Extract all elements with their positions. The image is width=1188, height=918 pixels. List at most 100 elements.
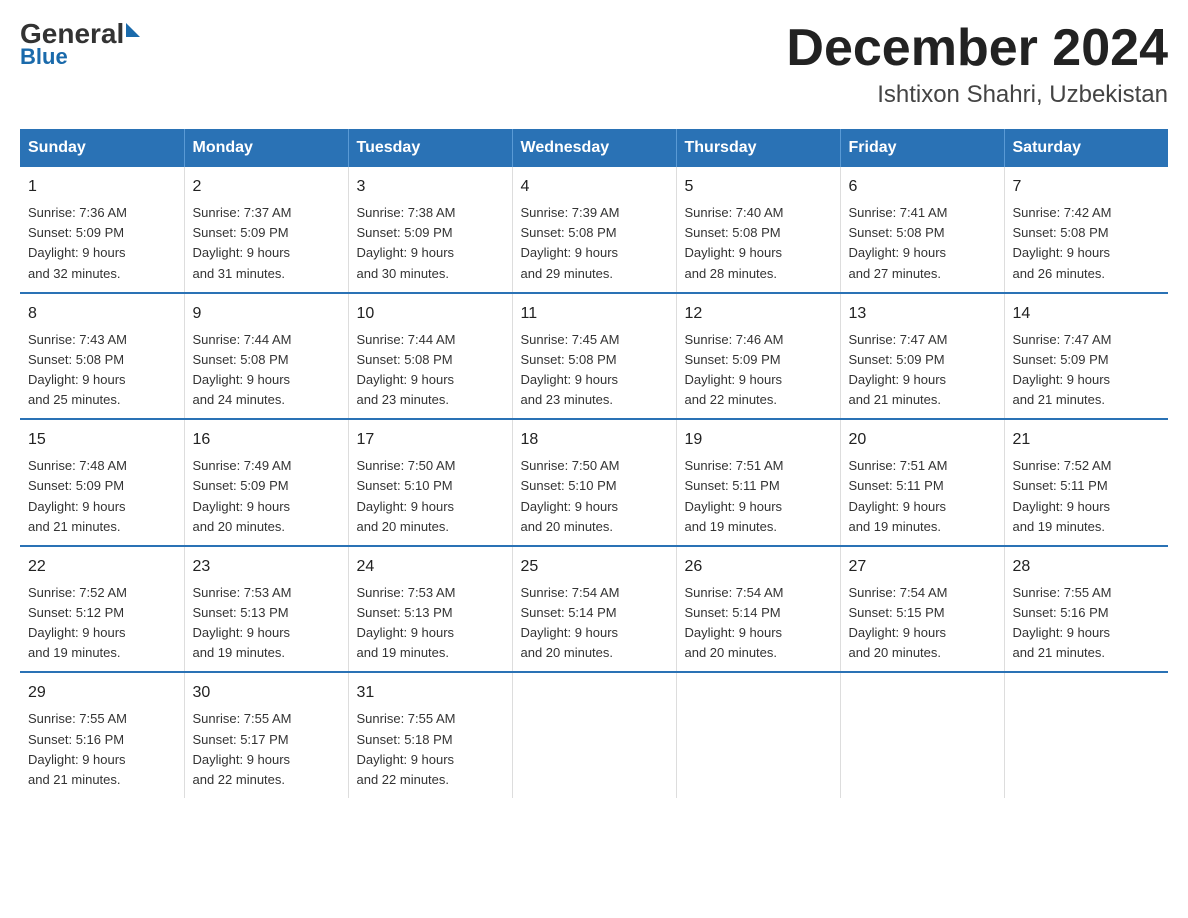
- calendar-cell: 13 Sunrise: 7:47 AM Sunset: 5:09 PM Dayli…: [840, 293, 1004, 420]
- day-number: 21: [1013, 428, 1161, 452]
- calendar-cell: 27Sunrise: 7:54 AM Sunset: 5:15 PM Dayli…: [840, 546, 1004, 673]
- day-info: Sunrise: 7:55 AM Sunset: 5:16 PM Dayligh…: [28, 709, 176, 790]
- day-info: Sunrise: 7:50 AM Sunset: 5:10 PM Dayligh…: [357, 456, 504, 537]
- day-number: 17: [357, 428, 504, 452]
- day-info: Sunrise: 7:48 AM Sunset: 5:09 PM Dayligh…: [28, 456, 176, 537]
- day-number: 30: [193, 681, 340, 705]
- calendar-cell: 16Sunrise: 7:49 AM Sunset: 5:09 PM Dayli…: [184, 419, 348, 546]
- day-number: 4: [521, 175, 668, 199]
- calendar-cell: 30Sunrise: 7:55 AM Sunset: 5:17 PM Dayli…: [184, 672, 348, 798]
- day-number: 26: [685, 555, 832, 579]
- calendar-week-row: 15Sunrise: 7:48 AM Sunset: 5:09 PM Dayli…: [20, 419, 1168, 546]
- day-info: Sunrise: 7:54 AM Sunset: 5:14 PM Dayligh…: [521, 583, 668, 664]
- calendar-cell: 26 Sunrise: 7:54 AM Sunset: 5:14 PM Dayli…: [676, 546, 840, 673]
- day-number: 12: [685, 302, 832, 326]
- day-info: Sunrise: 7:54 AM Sunset: 5:15 PM Dayligh…: [849, 583, 996, 664]
- page-header: General Blue December 2024 Ishtixon Shah…: [20, 20, 1168, 109]
- day-info: Sunrise: 7:55 AM Sunset: 5:16 PM Dayligh…: [1013, 583, 1161, 664]
- calendar-cell: 31 Sunrise: 7:55 AM Sunset: 5:18 PM Dayli…: [348, 672, 512, 798]
- calendar-cell: 23 Sunrise: 7:53 AM Sunset: 5:13 PM Dayli…: [184, 546, 348, 673]
- day-number: 18: [521, 428, 668, 452]
- calendar-cell: 18 Sunrise: 7:50 AM Sunset: 5:10 PM Dayli…: [512, 419, 676, 546]
- calendar-cell: [512, 672, 676, 798]
- calendar-cell: 7 Sunrise: 7:42 AM Sunset: 5:08 PM Daylig…: [1004, 167, 1168, 293]
- day-info: Sunrise: 7:44 AM Sunset: 5:08 PM Dayligh…: [357, 330, 504, 411]
- day-number: 29: [28, 681, 176, 705]
- calendar-cell: 1Sunrise: 7:36 AM Sunset: 5:09 PM Daylig…: [20, 167, 184, 293]
- day-info: Sunrise: 7:38 AM Sunset: 5:09 PM Dayligh…: [357, 203, 504, 284]
- calendar-cell: 6 Sunrise: 7:41 AM Sunset: 5:08 PM Daylig…: [840, 167, 1004, 293]
- day-info: Sunrise: 7:45 AM Sunset: 5:08 PM Dayligh…: [521, 330, 668, 411]
- calendar-week-row: 22 Sunrise: 7:52 AM Sunset: 5:12 PM Dayli…: [20, 546, 1168, 673]
- calendar-cell: 8 Sunrise: 7:43 AM Sunset: 5:08 PM Daylig…: [20, 293, 184, 420]
- day-info: Sunrise: 7:47 AM Sunset: 5:09 PM Dayligh…: [849, 330, 996, 411]
- weekday-header-wednesday: Wednesday: [512, 129, 676, 167]
- title-block: December 2024 Ishtixon Shahri, Uzbekista…: [786, 20, 1168, 109]
- calendar-week-row: 8 Sunrise: 7:43 AM Sunset: 5:08 PM Daylig…: [20, 293, 1168, 420]
- calendar-body: 1Sunrise: 7:36 AM Sunset: 5:09 PM Daylig…: [20, 167, 1168, 798]
- day-number: 25: [521, 555, 668, 579]
- day-number: 2: [193, 175, 340, 199]
- calendar-cell: 2 Sunrise: 7:37 AM Sunset: 5:09 PM Daylig…: [184, 167, 348, 293]
- calendar-cell: 21 Sunrise: 7:52 AM Sunset: 5:11 PM Dayli…: [1004, 419, 1168, 546]
- day-info: Sunrise: 7:53 AM Sunset: 5:13 PM Dayligh…: [193, 583, 340, 664]
- day-info: Sunrise: 7:47 AM Sunset: 5:09 PM Dayligh…: [1013, 330, 1161, 411]
- day-number: 23: [193, 555, 340, 579]
- day-number: 13: [849, 302, 996, 326]
- calendar-cell: 20Sunrise: 7:51 AM Sunset: 5:11 PM Dayli…: [840, 419, 1004, 546]
- calendar-cell: 24 Sunrise: 7:53 AM Sunset: 5:13 PM Dayli…: [348, 546, 512, 673]
- calendar-cell: [1004, 672, 1168, 798]
- day-info: Sunrise: 7:43 AM Sunset: 5:08 PM Dayligh…: [28, 330, 176, 411]
- day-info: Sunrise: 7:40 AM Sunset: 5:08 PM Dayligh…: [685, 203, 832, 284]
- calendar-cell: 9Sunrise: 7:44 AM Sunset: 5:08 PM Daylig…: [184, 293, 348, 420]
- day-info: Sunrise: 7:46 AM Sunset: 5:09 PM Dayligh…: [685, 330, 832, 411]
- day-number: 24: [357, 555, 504, 579]
- calendar-cell: 29 Sunrise: 7:55 AM Sunset: 5:16 PM Dayli…: [20, 672, 184, 798]
- logo-triangle-icon: [126, 23, 140, 37]
- day-info: Sunrise: 7:39 AM Sunset: 5:08 PM Dayligh…: [521, 203, 668, 284]
- day-info: Sunrise: 7:42 AM Sunset: 5:08 PM Dayligh…: [1013, 203, 1161, 284]
- day-number: 9: [193, 302, 340, 326]
- calendar-cell: 28 Sunrise: 7:55 AM Sunset: 5:16 PM Dayli…: [1004, 546, 1168, 673]
- day-number: 8: [28, 302, 176, 326]
- day-number: 31: [357, 681, 504, 705]
- weekday-header-tuesday: Tuesday: [348, 129, 512, 167]
- calendar-cell: 17 Sunrise: 7:50 AM Sunset: 5:10 PM Dayli…: [348, 419, 512, 546]
- day-number: 7: [1013, 175, 1161, 199]
- day-info: Sunrise: 7:50 AM Sunset: 5:10 PM Dayligh…: [521, 456, 668, 537]
- day-info: Sunrise: 7:52 AM Sunset: 5:12 PM Dayligh…: [28, 583, 176, 664]
- calendar-cell: 22 Sunrise: 7:52 AM Sunset: 5:12 PM Dayli…: [20, 546, 184, 673]
- day-info: Sunrise: 7:51 AM Sunset: 5:11 PM Dayligh…: [685, 456, 832, 537]
- weekday-header-monday: Monday: [184, 129, 348, 167]
- day-number: 11: [521, 302, 668, 326]
- calendar-cell: 3 Sunrise: 7:38 AM Sunset: 5:09 PM Daylig…: [348, 167, 512, 293]
- calendar-header: SundayMondayTuesdayWednesdayThursdayFrid…: [20, 129, 1168, 167]
- day-info: Sunrise: 7:41 AM Sunset: 5:08 PM Dayligh…: [849, 203, 996, 284]
- weekday-header-sunday: Sunday: [20, 129, 184, 167]
- day-number: 5: [685, 175, 832, 199]
- day-number: 3: [357, 175, 504, 199]
- calendar-subtitle: Ishtixon Shahri, Uzbekistan: [786, 81, 1168, 109]
- day-number: 6: [849, 175, 996, 199]
- day-number: 28: [1013, 555, 1161, 579]
- weekday-header-thursday: Thursday: [676, 129, 840, 167]
- logo: General Blue: [20, 20, 140, 70]
- day-info: Sunrise: 7:53 AM Sunset: 5:13 PM Dayligh…: [357, 583, 504, 664]
- calendar-cell: 4 Sunrise: 7:39 AM Sunset: 5:08 PM Daylig…: [512, 167, 676, 293]
- day-info: Sunrise: 7:55 AM Sunset: 5:18 PM Dayligh…: [357, 709, 504, 790]
- day-number: 16: [193, 428, 340, 452]
- day-info: Sunrise: 7:36 AM Sunset: 5:09 PM Dayligh…: [28, 203, 176, 284]
- calendar-cell: 10Sunrise: 7:44 AM Sunset: 5:08 PM Dayli…: [348, 293, 512, 420]
- calendar-cell: 25 Sunrise: 7:54 AM Sunset: 5:14 PM Dayli…: [512, 546, 676, 673]
- day-info: Sunrise: 7:54 AM Sunset: 5:14 PM Dayligh…: [685, 583, 832, 664]
- calendar-cell: 14Sunrise: 7:47 AM Sunset: 5:09 PM Dayli…: [1004, 293, 1168, 420]
- weekday-header-friday: Friday: [840, 129, 1004, 167]
- calendar-cell: 19Sunrise: 7:51 AM Sunset: 5:11 PM Dayli…: [676, 419, 840, 546]
- calendar-table: SundayMondayTuesdayWednesdayThursdayFrid…: [20, 129, 1168, 798]
- day-info: Sunrise: 7:37 AM Sunset: 5:09 PM Dayligh…: [193, 203, 340, 284]
- calendar-cell: 12 Sunrise: 7:46 AM Sunset: 5:09 PM Dayli…: [676, 293, 840, 420]
- day-number: 22: [28, 555, 176, 579]
- calendar-cell: 15Sunrise: 7:48 AM Sunset: 5:09 PM Dayli…: [20, 419, 184, 546]
- day-info: Sunrise: 7:52 AM Sunset: 5:11 PM Dayligh…: [1013, 456, 1161, 537]
- calendar-title: December 2024: [786, 20, 1168, 77]
